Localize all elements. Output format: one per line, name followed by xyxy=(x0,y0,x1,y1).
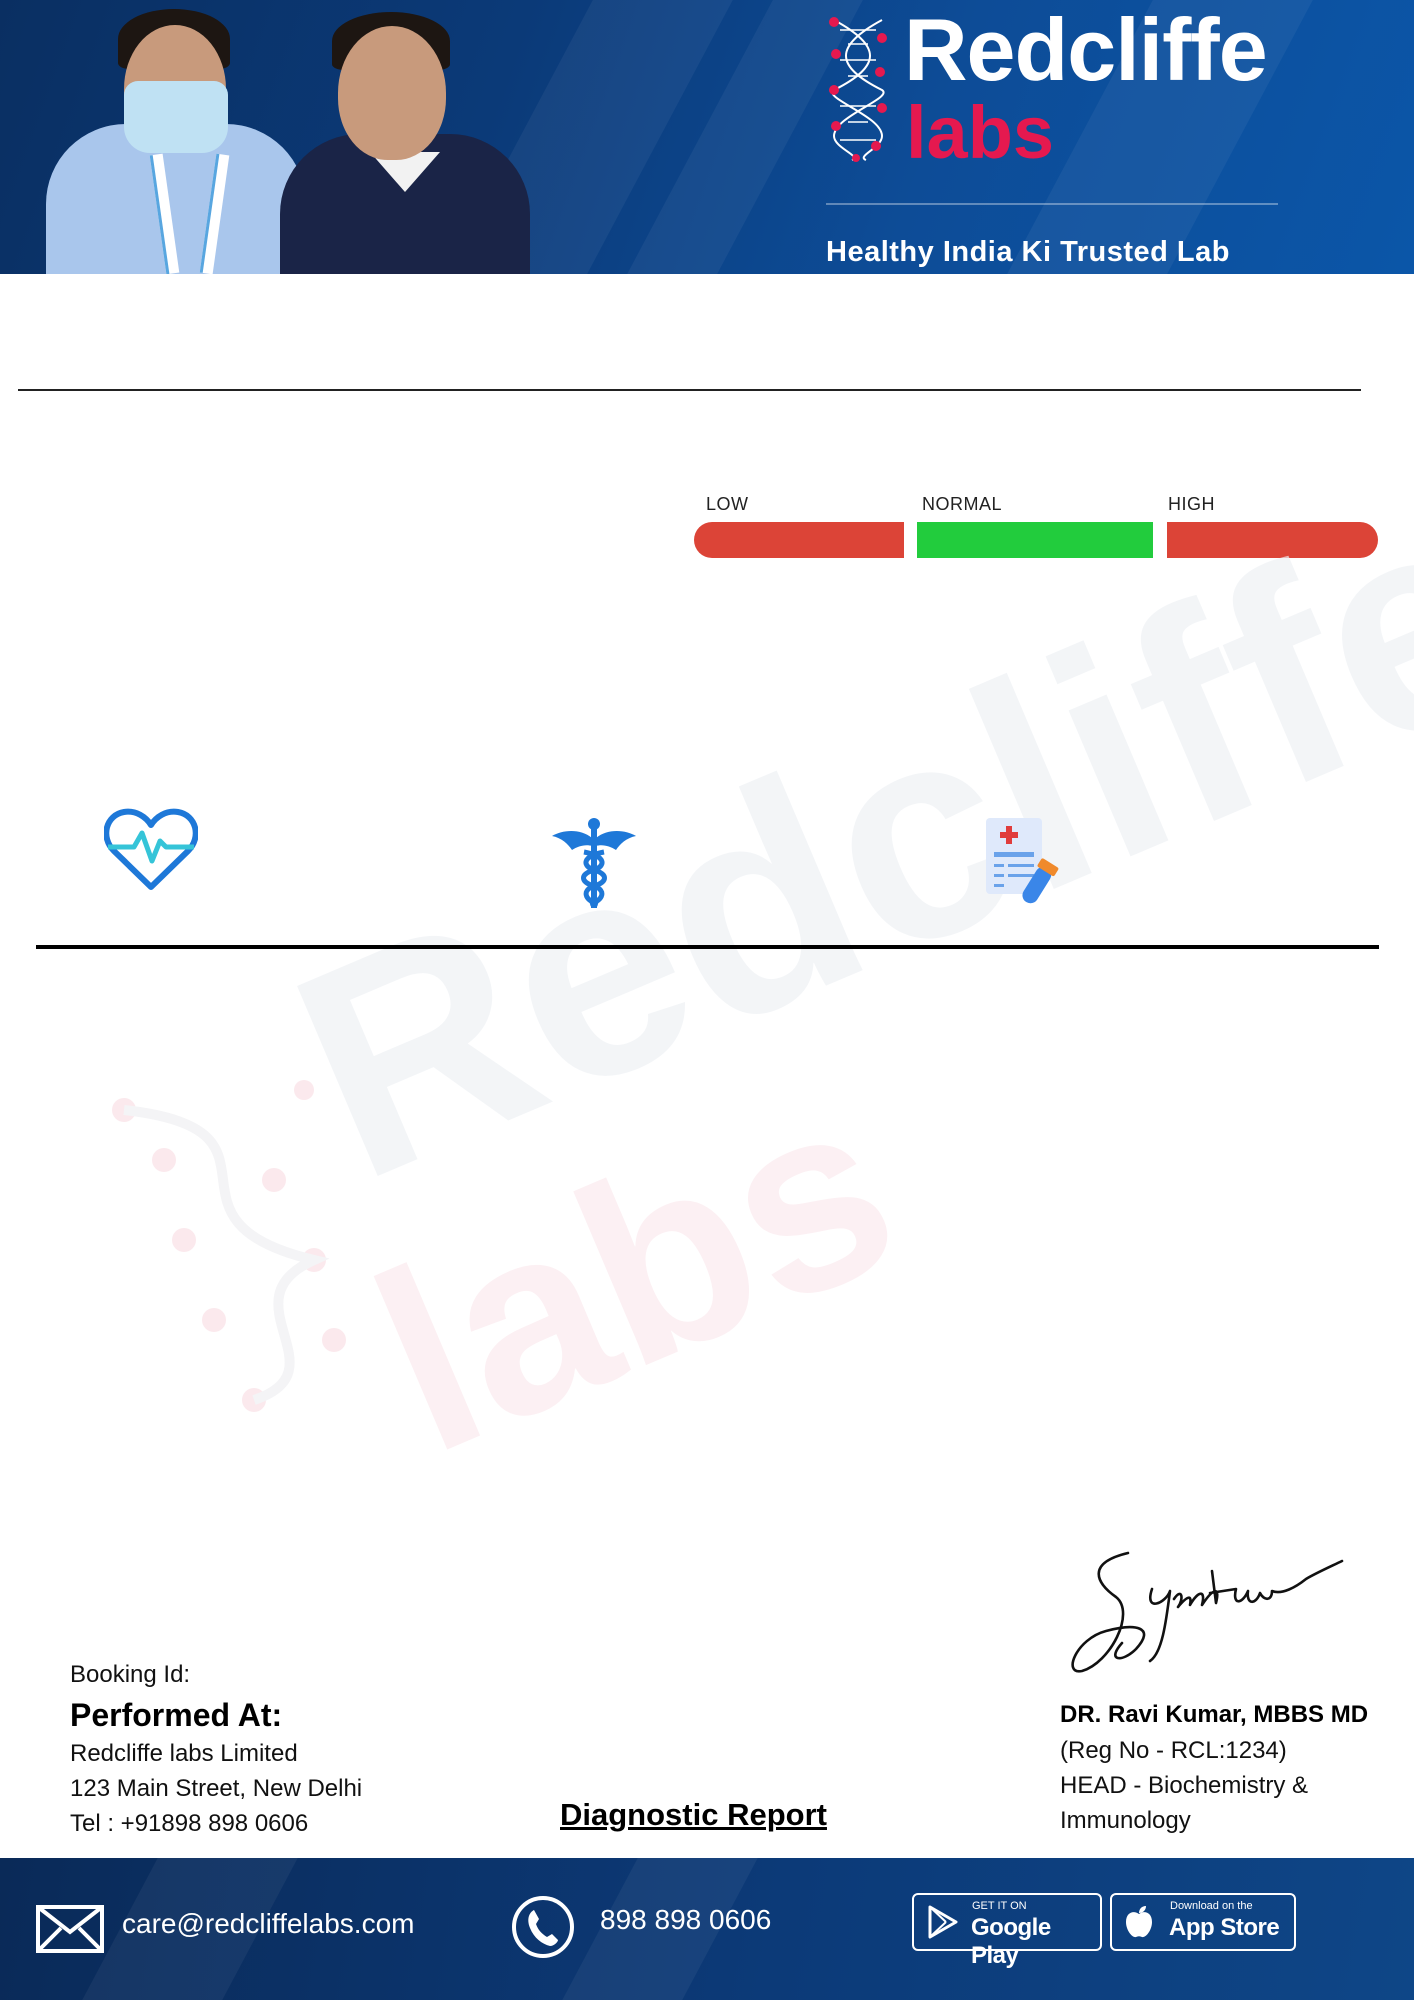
watermark-dna-icon xyxy=(112,1080,346,1412)
watermark-text-redcliffe: Redcliffe xyxy=(252,438,1414,1243)
logo-wordmark-redcliffe: Redcliffe xyxy=(904,0,1268,99)
google-play-big-text: Google Play xyxy=(971,1914,1051,1969)
caduceus-icon xyxy=(552,818,636,908)
footer-bar: care@redcliffelabs.com 898 898 0606 GET … xyxy=(0,1858,1414,2000)
doctor-detail-line: Immunology xyxy=(1060,1807,1191,1834)
doctor-detail-line: HEAD - Biochemistry & xyxy=(1060,1772,1309,1799)
apple-icon xyxy=(1126,1906,1152,1938)
app-store-small-text: Download on the xyxy=(1170,1900,1253,1912)
google-play-badge[interactable]: GET IT ON Google Play xyxy=(912,1893,1102,1969)
logo-divider xyxy=(826,203,1278,205)
tagline: Healthy India Ki Trusted Lab xyxy=(826,236,1230,268)
ambassador-photo xyxy=(280,12,530,274)
heart-pulse-icon xyxy=(104,808,198,890)
phone-icon xyxy=(512,1896,574,1958)
header-divider xyxy=(18,389,1361,391)
report-title: Diagnostic Report xyxy=(560,1797,827,1832)
doctor-signature xyxy=(1071,1551,1344,1673)
app-store-badge[interactable]: Download on the App Store xyxy=(1110,1893,1296,1951)
scale-high-label: HIGH xyxy=(1168,494,1215,514)
performed-at-line: Redcliffe labs Limited xyxy=(70,1740,298,1767)
booking-id-label: Booking Id: xyxy=(70,1661,191,1688)
app-store-big-text: App Store xyxy=(1169,1914,1280,1941)
header-banner: Redcliffe labs Healthy India Ki Trusted … xyxy=(0,0,1414,274)
scale-normal-bar xyxy=(917,522,1153,558)
scale-low-bar xyxy=(694,522,904,558)
section-divider xyxy=(36,945,1379,949)
footer-email[interactable]: care@redcliffelabs.com xyxy=(122,1908,414,1940)
performed-at-line: 123 Main Street, New Delhi xyxy=(70,1775,363,1802)
scale-high-bar xyxy=(1167,522,1378,558)
footer-phone[interactable]: 898 898 0606 xyxy=(600,1904,771,1936)
dna-logo-icon xyxy=(829,17,887,162)
technician-photo xyxy=(40,9,310,274)
mail-icon xyxy=(36,1905,104,1953)
watermark-text-labs: labs xyxy=(339,1037,932,1509)
google-play-small-text: GET IT ON xyxy=(972,1900,1027,1912)
scale-normal-label: NORMAL xyxy=(922,494,1003,514)
logo-wordmark-labs: labs xyxy=(906,91,1055,174)
performed-at-title: Performed At: xyxy=(70,1697,283,1733)
doctor-detail-line: (Reg No - RCL:1234) xyxy=(1060,1737,1287,1764)
performed-at-line: Tel : +91898 898 0606 xyxy=(70,1810,309,1837)
medical-report-icon xyxy=(986,818,1059,904)
google-play-icon xyxy=(928,1905,958,1939)
scale-low-label: LOW xyxy=(706,494,749,514)
doctor-name: DR. Ravi Kumar, MBBS MD xyxy=(1060,1701,1369,1728)
